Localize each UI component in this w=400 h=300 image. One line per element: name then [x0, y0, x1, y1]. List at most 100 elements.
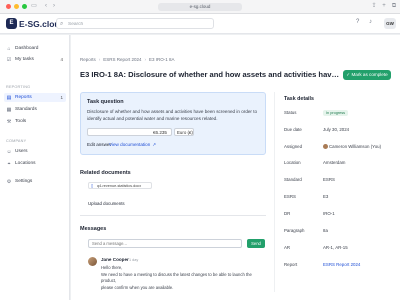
- document-file-name: q4-revenue-statistics.docx: [97, 184, 142, 188]
- breadcrumb-item-current: E3 IRO-1 8A: [149, 57, 175, 62]
- search-box[interactable]: ⌕: [56, 18, 214, 29]
- tools-icon: ⚒: [6, 118, 12, 125]
- sidebar-item-label: Locations: [15, 161, 36, 166]
- breadcrumb-separator: ›: [98, 57, 101, 62]
- detail-value: Amsterdam: [323, 160, 346, 165]
- sidebar-item-count: 4: [60, 57, 63, 62]
- status-badge: In progress: [323, 110, 348, 116]
- sidebar-item-label: My tasks: [15, 57, 34, 62]
- sidebar-item-label: Reports: [15, 95, 32, 100]
- mark-complete-button[interactable]: ✓ Mark as complete: [343, 70, 391, 80]
- sidebar-item-users[interactable]: ☺ Users: [4, 147, 66, 156]
- search-icon: ⌕: [60, 21, 64, 27]
- detail-label: DR: [284, 211, 291, 216]
- external-link-icon: ↗: [152, 142, 157, 147]
- tabs-overview-icon[interactable]: ⧉: [390, 3, 398, 10]
- report-link[interactable]: ESRS Report 2024: [323, 262, 360, 267]
- main-content: Reports › ESRS Report 2024 › E3 IRO-1 8A…: [71, 35, 400, 300]
- sidebar-item-locations[interactable]: ⌖ Locations: [4, 159, 66, 168]
- window-controls: [6, 4, 27, 9]
- detail-label: Location: [284, 160, 301, 165]
- message-line: Hello there,: [101, 265, 123, 270]
- maximize-window-button[interactable]: [22, 4, 27, 9]
- sidebar-item-label: Settings: [15, 179, 33, 184]
- close-window-button[interactable]: [6, 4, 11, 9]
- column-divider: [274, 92, 275, 292]
- breadcrumb-item[interactable]: ESRS Report 2024: [103, 57, 141, 62]
- sidebar-item-standards[interactable]: ▦ Standards: [4, 105, 66, 114]
- view-documentation-link[interactable]: View documentation ↗: [109, 142, 156, 148]
- detail-label: Status: [284, 110, 297, 115]
- detail-label: Standard: [284, 177, 302, 182]
- tasks-icon: ☑: [6, 56, 12, 63]
- share-icon[interactable]: ⇪: [370, 3, 378, 10]
- task-details-heading: Task details: [284, 96, 314, 102]
- app-window: ▭ ‹ › e-sg.cloud ⇪ + ⧉ E E-SG.cloud ⌕ ? …: [0, 0, 400, 300]
- app-header: E E-SG.cloud ⌕ ? ♪ GW: [0, 14, 400, 34]
- sidebar-item-label: Dashboard: [15, 46, 39, 51]
- help-icon[interactable]: ?: [356, 19, 359, 25]
- unit-select[interactable]: Euro (€) ⌄: [174, 128, 194, 136]
- minimize-window-button[interactable]: [14, 4, 19, 9]
- message-input[interactable]: [88, 239, 242, 248]
- divider: [80, 215, 266, 216]
- detail-label: Paragraph: [284, 228, 305, 233]
- messages-heading: Messages: [80, 226, 107, 232]
- sidebar-section-reporting: REPORTING: [6, 85, 31, 89]
- sidebar-item-tools[interactable]: ⚒ Tools: [4, 117, 66, 126]
- view-documentation-label: View documentation: [109, 142, 151, 147]
- user-avatar[interactable]: GW: [384, 18, 396, 29]
- home-icon: ⌂: [7, 45, 11, 52]
- sidebar-item-count: 1: [60, 95, 63, 100]
- detail-value: IRO-1: [323, 211, 335, 216]
- sidebar-item-reports[interactable]: ▤ Reports 1: [4, 93, 66, 102]
- related-documents-heading: Related documents: [80, 170, 131, 176]
- task-question-description: Disclosure of whether and how assets and…: [87, 109, 258, 121]
- address-bar[interactable]: e-sg.cloud: [158, 3, 242, 11]
- forward-icon[interactable]: ›: [50, 3, 58, 10]
- detail-value: ESRS: [323, 177, 335, 182]
- sidebar-item-dashboard[interactable]: ⌂ Dashboard: [4, 44, 66, 53]
- sidebar-item-label: Users: [15, 149, 28, 154]
- logo-mark: E: [6, 18, 17, 29]
- breadcrumb-item[interactable]: Reports: [80, 57, 96, 62]
- breadcrumb: Reports › ESRS Report 2024 › E3 IRO-1 8A: [80, 57, 175, 62]
- task-question-heading: Task question: [87, 99, 124, 105]
- mark-complete-label: Mark as complete: [351, 72, 388, 77]
- detail-value: In progress: [323, 110, 348, 116]
- breadcrumb-separator: ›: [144, 57, 147, 62]
- browser-toolbar: ▭ ‹ › e-sg.cloud ⇪ + ⧉: [0, 0, 400, 14]
- sidebar-section-company: COMPANY: [6, 139, 27, 143]
- edit-answer-button[interactable]: Edit answer: [87, 142, 111, 147]
- detail-label: AR: [284, 245, 291, 250]
- message-body: Hello there, We need to have a meeting t…: [101, 265, 261, 291]
- answer-field[interactable]: €6.235: [87, 128, 172, 136]
- page-title: E3 IRO-1 8A: Disclosure of whether and h…: [80, 70, 342, 79]
- detail-label: Report: [284, 262, 298, 267]
- users-icon: ☺: [6, 148, 12, 155]
- back-icon[interactable]: ‹: [42, 3, 50, 10]
- message-author: Jane Cooper: [101, 257, 129, 262]
- new-tab-icon[interactable]: +: [380, 3, 388, 10]
- sidebar-toggle-icon[interactable]: ▭: [30, 3, 38, 10]
- detail-label: ESRS: [284, 194, 296, 199]
- sidebar-item-settings[interactable]: ⚙ Settings: [4, 177, 66, 186]
- avatar: [323, 144, 328, 149]
- standards-icon: ▦: [6, 106, 12, 113]
- reports-icon: ▤: [6, 94, 12, 101]
- sidebar-item-my-tasks[interactable]: ☑ My tasks 4: [4, 55, 66, 64]
- notification-bell-icon[interactable]: ♪: [369, 19, 372, 25]
- avatar: [88, 257, 97, 266]
- send-button[interactable]: Send: [247, 239, 265, 248]
- detail-value: 8a: [323, 228, 328, 233]
- detail-value: Cameron Williamson (You): [323, 144, 381, 149]
- gear-icon: ⚙: [6, 178, 12, 185]
- location-icon: ⌖: [7, 160, 11, 167]
- detail-value: E3: [323, 194, 329, 199]
- detail-value: AR-1, AR-15: [323, 245, 348, 250]
- upload-documents-button[interactable]: Upload documents: [88, 201, 125, 206]
- message-line: We need to have a meeting to discuss the…: [101, 271, 252, 284]
- search-input[interactable]: [68, 20, 208, 28]
- sidebar-item-label: Tools: [15, 119, 27, 124]
- document-file-chip[interactable]: ▯ q4-revenue-statistics.docx: [88, 182, 152, 189]
